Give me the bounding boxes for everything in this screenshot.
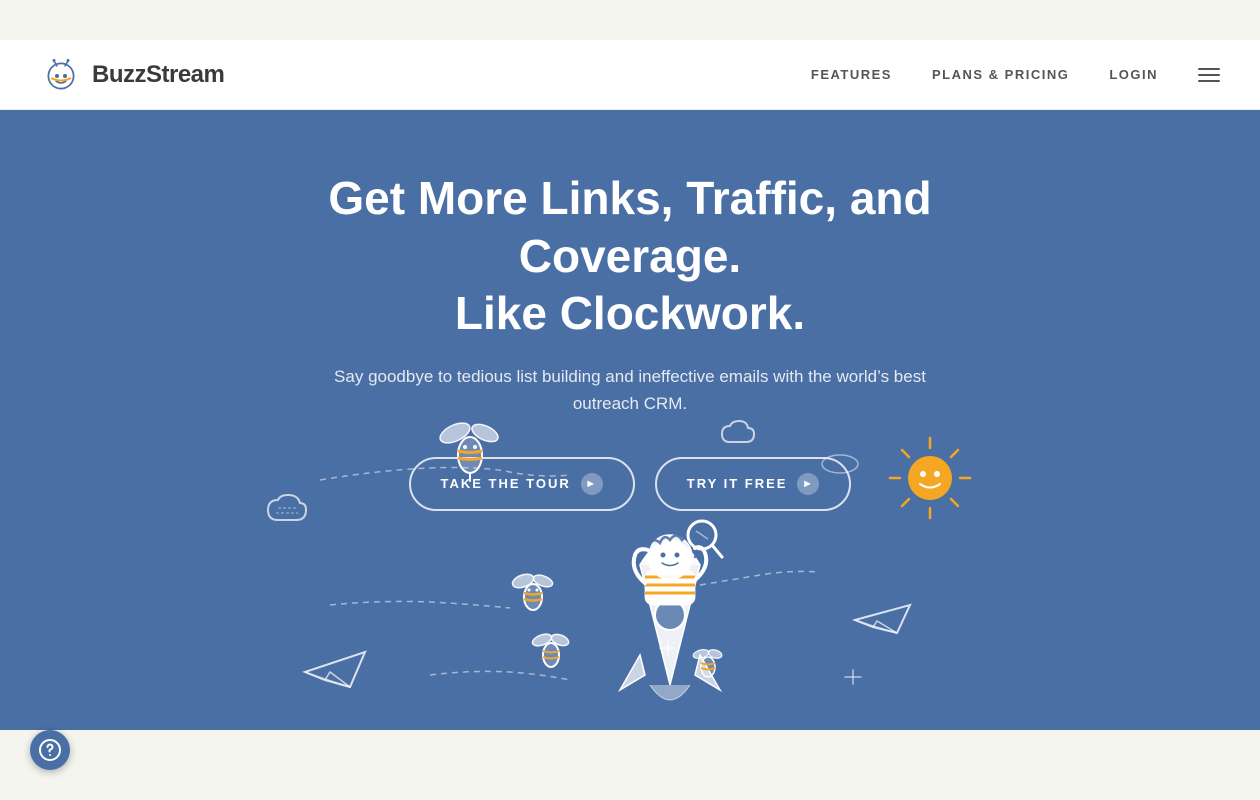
top-bar <box>0 0 1260 40</box>
logo-link[interactable]: BuzzStream <box>40 54 224 96</box>
hero-subtitle: Say goodbye to tedious list building and… <box>330 363 930 417</box>
hero-title: Get More Links, Traffic, and Coverage. L… <box>255 170 1005 343</box>
nav-login[interactable]: LOGIN <box>1109 67 1158 82</box>
hamburger-menu-icon[interactable] <box>1198 68 1220 82</box>
logo-text: BuzzStream <box>92 61 224 89</box>
hint-icon <box>38 738 62 762</box>
hero-illustration <box>0 410 1260 730</box>
hero-section: Get More Links, Traffic, and Coverage. L… <box>0 110 1260 730</box>
hint-widget[interactable] <box>30 730 70 770</box>
nav-plans[interactable]: PLANS & PRICING <box>932 67 1069 82</box>
main-nav: FEATURES PLANS & PRICING LOGIN <box>811 67 1220 82</box>
logo-icon <box>40 54 82 96</box>
header: BuzzStream FEATURES PLANS & PRICING LOGI… <box>0 40 1260 110</box>
illustration-svg <box>0 410 1260 730</box>
nav-features[interactable]: FEATURES <box>811 67 892 82</box>
hero-title-line1: Get More Links, Traffic, and Coverage. <box>328 172 931 282</box>
hero-title-line2: Like Clockwork. <box>455 287 805 339</box>
